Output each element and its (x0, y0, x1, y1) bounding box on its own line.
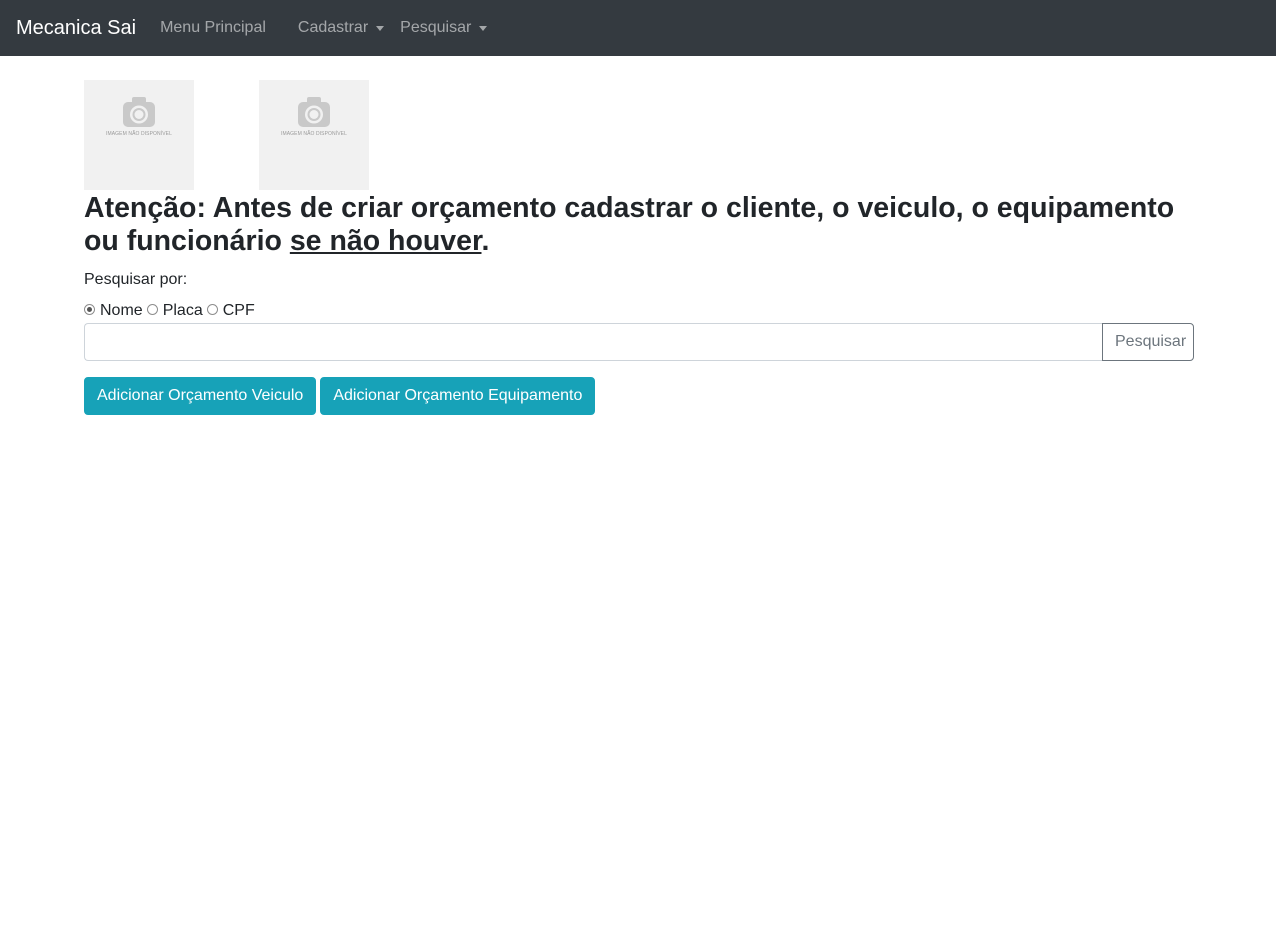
camera-icon (123, 97, 155, 127)
add-vehicle-quote-button[interactable]: Adicionar Orçamento Veiculo (84, 377, 317, 415)
search-input[interactable] (84, 323, 1102, 361)
search-button[interactable]: Pesquisar (1102, 323, 1194, 361)
top-navbar: Mecanica Sai Menu Principal Cadastrar Pe… (0, 0, 1276, 56)
search-type-options: Nome Placa CPF (84, 301, 1194, 321)
main-content: IMAGEM NÃO DISPONÍVEL IMAGEM NÃO DISPONÍ… (84, 80, 1194, 415)
image-unavailable-caption: IMAGEM NÃO DISPONÍVEL (105, 131, 172, 137)
search-input-group: Pesquisar (84, 323, 1194, 361)
camera-icon (298, 97, 330, 127)
image-unavailable-caption: IMAGEM NÃO DISPONÍVEL (280, 131, 347, 137)
action-buttons: Adicionar Orçamento Veiculo Adicionar Or… (84, 377, 1194, 415)
warning-heading: Atenção: Antes de criar orçamento cadast… (84, 190, 1194, 258)
nav-cadastrar-dropdown[interactable]: Cadastrar (297, 19, 385, 37)
nav-cadastrar-label: Cadastrar (297, 19, 369, 36)
nav-pesquisar-label: Pesquisar (400, 19, 472, 36)
brand-link[interactable]: Mecanica Sai (16, 17, 136, 40)
search-by-label: Pesquisar por: (84, 271, 188, 288)
nav-pesquisar-dropdown[interactable]: Pesquisar (400, 19, 488, 37)
warning-text: Atenção: Antes de criar orçamento cadast… (84, 192, 1175, 257)
thumbnail-row: IMAGEM NÃO DISPONÍVEL IMAGEM NÃO DISPONÍ… (84, 80, 1194, 190)
radio-placa[interactable] (146, 304, 158, 315)
caret-down-icon (479, 25, 488, 31)
radio-placa-label: Placa (162, 302, 203, 319)
add-equipment-quote-button[interactable]: Adicionar Orçamento Equipamento (320, 377, 596, 415)
warning-suffix: . (481, 225, 490, 257)
warning-emphasis: se não houver (289, 225, 482, 257)
radio-cpf-label: CPF (222, 302, 255, 319)
nav-menu-principal[interactable]: Menu Principal (160, 19, 266, 37)
radio-cpf[interactable] (206, 304, 218, 315)
caret-down-icon (376, 25, 385, 31)
image-placeholder: IMAGEM NÃO DISPONÍVEL (84, 80, 194, 190)
radio-nome[interactable] (84, 304, 95, 315)
image-placeholder: IMAGEM NÃO DISPONÍVEL (259, 80, 369, 190)
radio-nome-label: Nome (100, 302, 143, 319)
